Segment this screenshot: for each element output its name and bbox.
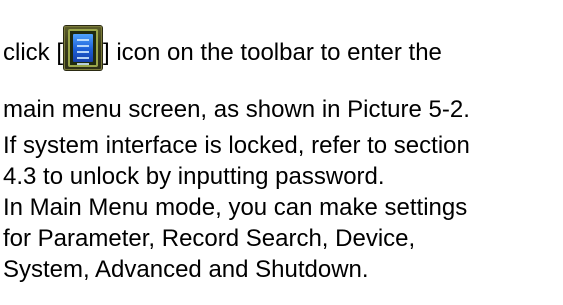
main-menu-icon: [64, 26, 102, 70]
instruction-line-3: If system interface is locked, refer to …: [3, 132, 470, 159]
icon-frame: [68, 29, 98, 67]
main-menu-line-1: In Main Menu mode, you can make settings: [3, 194, 468, 221]
main-menu-line-2: for Parameter, Record Search, Device,: [3, 225, 416, 252]
icon-screen: [73, 34, 93, 65]
instruction-line-2: main menu screen, as shown in Picture 5-…: [3, 96, 470, 123]
main-menu-line-3: System, Advanced and Shutdown.: [3, 256, 369, 283]
text-after-icon: ] icon on the toolbar to enter the: [103, 39, 442, 66]
instruction-line-1: click [ ] icon on the toolbar to enter th…: [3, 26, 442, 70]
manual-text: click [ ] icon on the toolbar to enter th…: [0, 0, 563, 305]
text-before-icon: click [: [3, 39, 63, 66]
instruction-line-4: 4.3 to unlock by inputting password.: [3, 163, 385, 190]
